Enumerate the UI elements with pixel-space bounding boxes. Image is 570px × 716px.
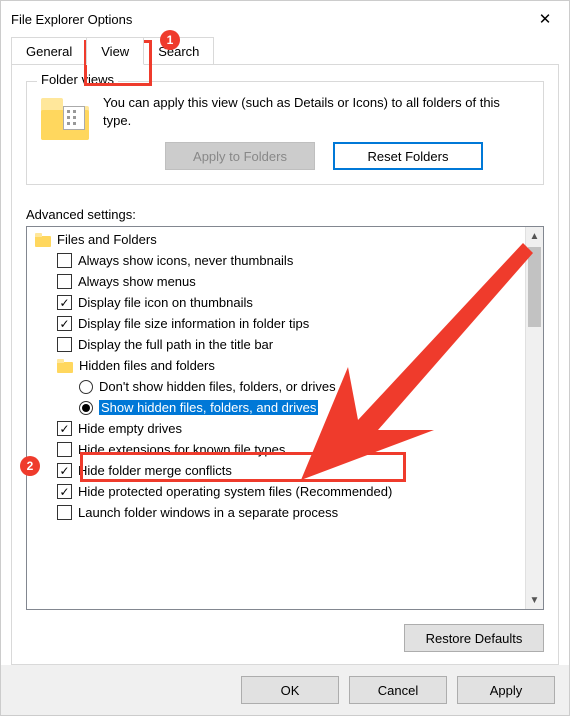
checkbox[interactable]: ✓	[57, 295, 72, 310]
tree-item[interactable]: Hidden files and folders	[29, 355, 525, 376]
tree-item[interactable]: ✓ Hide empty drives	[29, 418, 525, 439]
checkbox[interactable]	[57, 442, 72, 457]
tree-item[interactable]: Hide extensions for known file types	[29, 439, 525, 460]
close-button[interactable]: ✕	[521, 2, 569, 36]
titlebar: File Explorer Options ✕	[1, 1, 569, 37]
folder-icon	[41, 94, 89, 140]
radio[interactable]	[79, 401, 93, 415]
advanced-settings-tree[interactable]: Files and Folders Always show icons, neve…	[26, 226, 544, 610]
checkbox[interactable]	[57, 253, 72, 268]
tree-item-label: Files and Folders	[57, 232, 157, 247]
tree-item-label: Launch folder windows in a separate proc…	[78, 505, 338, 520]
dialog-title: File Explorer Options	[11, 12, 132, 27]
tree-item[interactable]: Always show icons, never thumbnails	[29, 250, 525, 271]
tree-item[interactable]: Launch folder windows in a separate proc…	[29, 502, 525, 523]
folder-icon	[35, 233, 51, 247]
tree-item[interactable]: Files and Folders	[29, 229, 525, 250]
scroll-down-button[interactable]: ▼	[526, 591, 543, 609]
radio[interactable]	[79, 380, 93, 394]
scroll-up-button[interactable]: ▲	[526, 227, 543, 245]
tab-general[interactable]: General	[11, 37, 87, 65]
close-icon: ✕	[539, 10, 552, 28]
checkbox[interactable]: ✓	[57, 421, 72, 436]
reset-folders-button[interactable]: Reset Folders	[333, 142, 483, 170]
checkbox[interactable]: ✓	[57, 316, 72, 331]
restore-defaults-button[interactable]: Restore Defaults	[404, 624, 544, 652]
dialog-button-bar: OK Cancel Apply	[1, 665, 569, 715]
advanced-settings-label: Advanced settings:	[26, 207, 544, 222]
tree-item-label: Don't show hidden files, folders, or dri…	[99, 379, 336, 394]
tree-item[interactable]: ✓ Hide folder merge conflicts	[29, 460, 525, 481]
folder-views-text: You can apply this view (such as Details…	[103, 94, 529, 130]
cancel-button[interactable]: Cancel	[349, 676, 447, 704]
tree-item-label: Show hidden files, folders, and drives	[99, 400, 318, 415]
scrollbar-thumb[interactable]	[528, 247, 541, 327]
tree-item-label: Hide protected operating system files (R…	[78, 484, 392, 499]
ok-button[interactable]: OK	[241, 676, 339, 704]
tab-panel-view: Folder views You can ap	[11, 64, 559, 665]
tree-item[interactable]: Don't show hidden files, folders, or dri…	[29, 376, 525, 397]
tree-item[interactable]: Display the full path in the title bar	[29, 334, 525, 355]
tree-item-label: Hide extensions for known file types	[78, 442, 285, 457]
checkbox[interactable]	[57, 337, 72, 352]
tree-item[interactable]: ✓ Display file size information in folder…	[29, 313, 525, 334]
tree-item-label: Display the full path in the title bar	[78, 337, 273, 352]
scrollbar-track[interactable]	[526, 245, 543, 591]
tree-item-label: Hide empty drives	[78, 421, 182, 436]
folder-views-group: Folder views You can ap	[26, 81, 544, 185]
tree-item[interactable]: ✓ Display file icon on thumbnails	[29, 292, 525, 313]
tree-item-label: Hide folder merge conflicts	[78, 463, 232, 478]
tree-item-label: Always show icons, never thumbnails	[78, 253, 293, 268]
tree-item-label: Display file size information in folder …	[78, 316, 309, 331]
scrollbar[interactable]: ▲ ▼	[525, 227, 543, 609]
tab-view[interactable]: View	[86, 37, 144, 65]
apply-to-folders-button: Apply to Folders	[165, 142, 315, 170]
file-explorer-options-dialog: File Explorer Options ✕ General View Sea…	[0, 0, 570, 716]
tab-strip: General View Search	[11, 37, 569, 65]
checkbox[interactable]	[57, 274, 72, 289]
apply-button[interactable]: Apply	[457, 676, 555, 704]
tree-item-label: Always show menus	[78, 274, 196, 289]
folder-icon	[57, 359, 73, 373]
tree-item-label: Display file icon on thumbnails	[78, 295, 253, 310]
checkbox[interactable]: ✓	[57, 463, 72, 478]
folder-views-title: Folder views	[37, 72, 118, 87]
tree-item[interactable]: ✓ Hide protected operating system files (…	[29, 481, 525, 502]
checkbox[interactable]: ✓	[57, 484, 72, 499]
tab-search[interactable]: Search	[143, 37, 214, 65]
tree-item-label: Hidden files and folders	[79, 358, 215, 373]
tree-item[interactable]: Show hidden files, folders, and drives	[29, 397, 525, 418]
tree-item[interactable]: Always show menus	[29, 271, 525, 292]
checkbox[interactable]	[57, 505, 72, 520]
